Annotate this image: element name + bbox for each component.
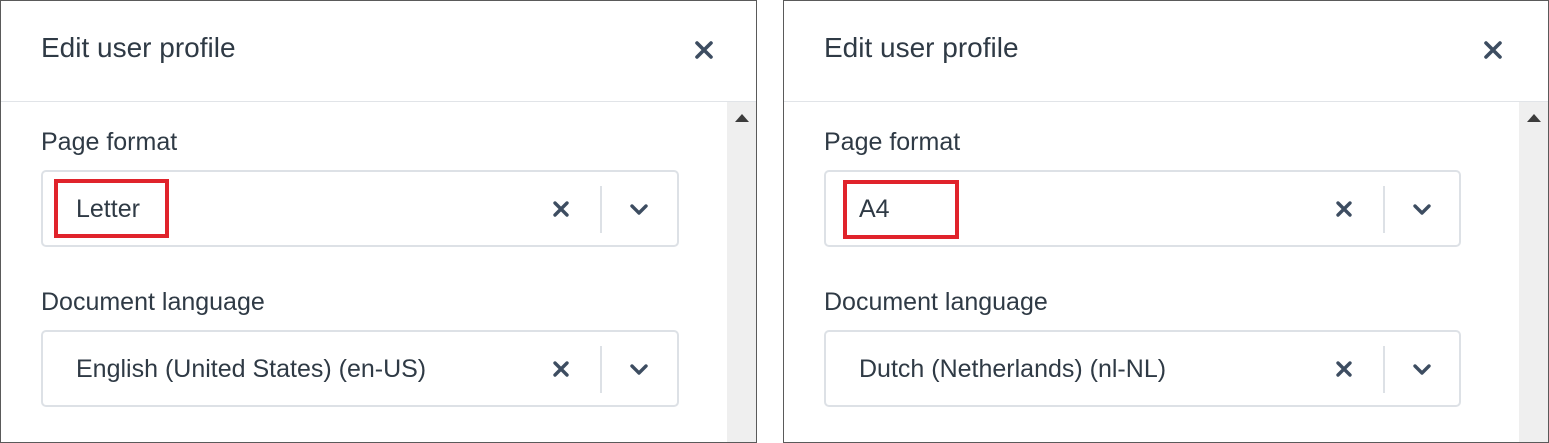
edit-user-profile-dialog-after: Edit user profile Page format A4 Documen… bbox=[783, 0, 1549, 443]
document-language-value: English (United States) (en-US) bbox=[76, 355, 427, 383]
clear-icon bbox=[553, 361, 569, 377]
close-icon bbox=[1484, 41, 1502, 59]
document-language-label: Document language bbox=[41, 288, 265, 316]
select-divider bbox=[600, 346, 602, 393]
page-format-dropdown-button[interactable] bbox=[1410, 198, 1434, 220]
document-language-select[interactable]: English (United States) (en-US) bbox=[41, 330, 679, 407]
page-format-label: Page format bbox=[41, 128, 178, 156]
vertical-scrollbar[interactable] bbox=[1519, 102, 1548, 442]
chevron-down-icon bbox=[1413, 364, 1431, 375]
select-divider bbox=[1383, 186, 1385, 233]
chevron-down-icon bbox=[1413, 204, 1431, 215]
document-language-label: Document language bbox=[824, 288, 1048, 316]
page-format-value: Letter bbox=[76, 195, 140, 223]
page-format-value: A4 bbox=[859, 195, 890, 223]
close-icon bbox=[695, 41, 713, 59]
close-button[interactable] bbox=[691, 37, 717, 63]
page-format-clear-button[interactable] bbox=[551, 199, 571, 219]
scroll-up-arrow-icon[interactable] bbox=[1527, 114, 1541, 122]
clear-icon bbox=[553, 201, 569, 217]
document-language-select[interactable]: Dutch (Netherlands) (nl-NL) bbox=[824, 330, 1461, 407]
clear-icon bbox=[1336, 201, 1352, 217]
dialog-header: Edit user profile bbox=[784, 1, 1548, 102]
dialog-title: Edit user profile bbox=[41, 32, 236, 63]
document-language-dropdown-button[interactable] bbox=[627, 358, 651, 380]
document-language-clear-button[interactable] bbox=[551, 359, 571, 379]
page-format-select[interactable]: Letter bbox=[41, 170, 679, 247]
page-format-select[interactable]: A4 bbox=[824, 170, 1461, 247]
edit-user-profile-dialog-before: Edit user profile Page format Letter Doc… bbox=[0, 0, 757, 443]
document-language-clear-button[interactable] bbox=[1334, 359, 1354, 379]
chevron-down-icon bbox=[630, 204, 648, 215]
page-format-clear-button[interactable] bbox=[1334, 199, 1354, 219]
page-format-dropdown-button[interactable] bbox=[627, 198, 651, 220]
document-language-value: Dutch (Netherlands) (nl-NL) bbox=[859, 355, 1167, 383]
dialog-header: Edit user profile bbox=[1, 1, 756, 102]
document-language-dropdown-button[interactable] bbox=[1410, 358, 1434, 380]
vertical-scrollbar[interactable] bbox=[727, 102, 756, 442]
chevron-down-icon bbox=[630, 364, 648, 375]
select-divider bbox=[600, 186, 602, 233]
dialog-title: Edit user profile bbox=[824, 32, 1019, 63]
clear-icon bbox=[1336, 361, 1352, 377]
close-button[interactable] bbox=[1480, 37, 1506, 63]
page-format-label: Page format bbox=[824, 128, 961, 156]
scroll-up-arrow-icon[interactable] bbox=[735, 114, 749, 122]
select-divider bbox=[1383, 346, 1385, 393]
